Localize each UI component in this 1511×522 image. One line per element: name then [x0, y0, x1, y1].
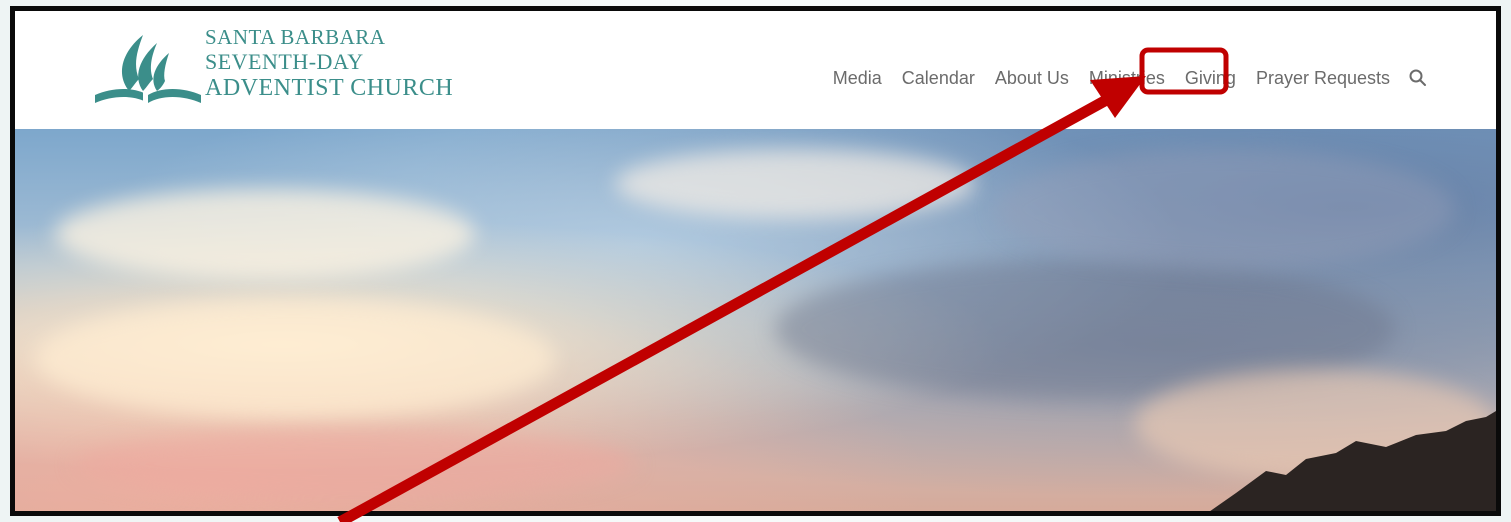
adventist-logo-icon — [95, 35, 201, 103]
cloud — [55, 189, 475, 279]
site-header: Santa Barbara Seventh-day Adventist Chur… — [15, 11, 1496, 129]
sunset-hero-image — [15, 129, 1496, 511]
nav-item-about-us[interactable]: About Us — [985, 68, 1079, 89]
logo-line-1: Santa Barbara — [205, 25, 386, 49]
search-icon[interactable] — [1406, 66, 1430, 90]
logo-wordmark: Santa Barbara Seventh-day Adventist Chur… — [205, 25, 454, 101]
nav-item-giving[interactable]: Giving — [1175, 68, 1246, 89]
nav-item-media[interactable]: Media — [823, 68, 892, 89]
cloud — [35, 299, 555, 419]
church-logo[interactable]: Santa Barbara Seventh-day Adventist Chur… — [93, 21, 473, 121]
cloud — [615, 149, 975, 219]
cloud — [75, 429, 635, 499]
nav-item-calendar[interactable]: Calendar — [892, 68, 985, 89]
logo-line-3: Adventist Church — [205, 75, 454, 101]
screenshot-frame: Santa Barbara Seventh-day Adventist Chur… — [10, 6, 1501, 516]
main-nav: Media Calendar About Us Ministries Givin… — [823, 63, 1430, 93]
nav-item-ministries[interactable]: Ministries — [1079, 68, 1175, 89]
cloud — [995, 149, 1455, 269]
nav-item-prayer-requests[interactable]: Prayer Requests — [1246, 68, 1400, 89]
hillside-silhouette — [1210, 411, 1496, 511]
logo-line-2: Seventh-day — [205, 49, 364, 74]
